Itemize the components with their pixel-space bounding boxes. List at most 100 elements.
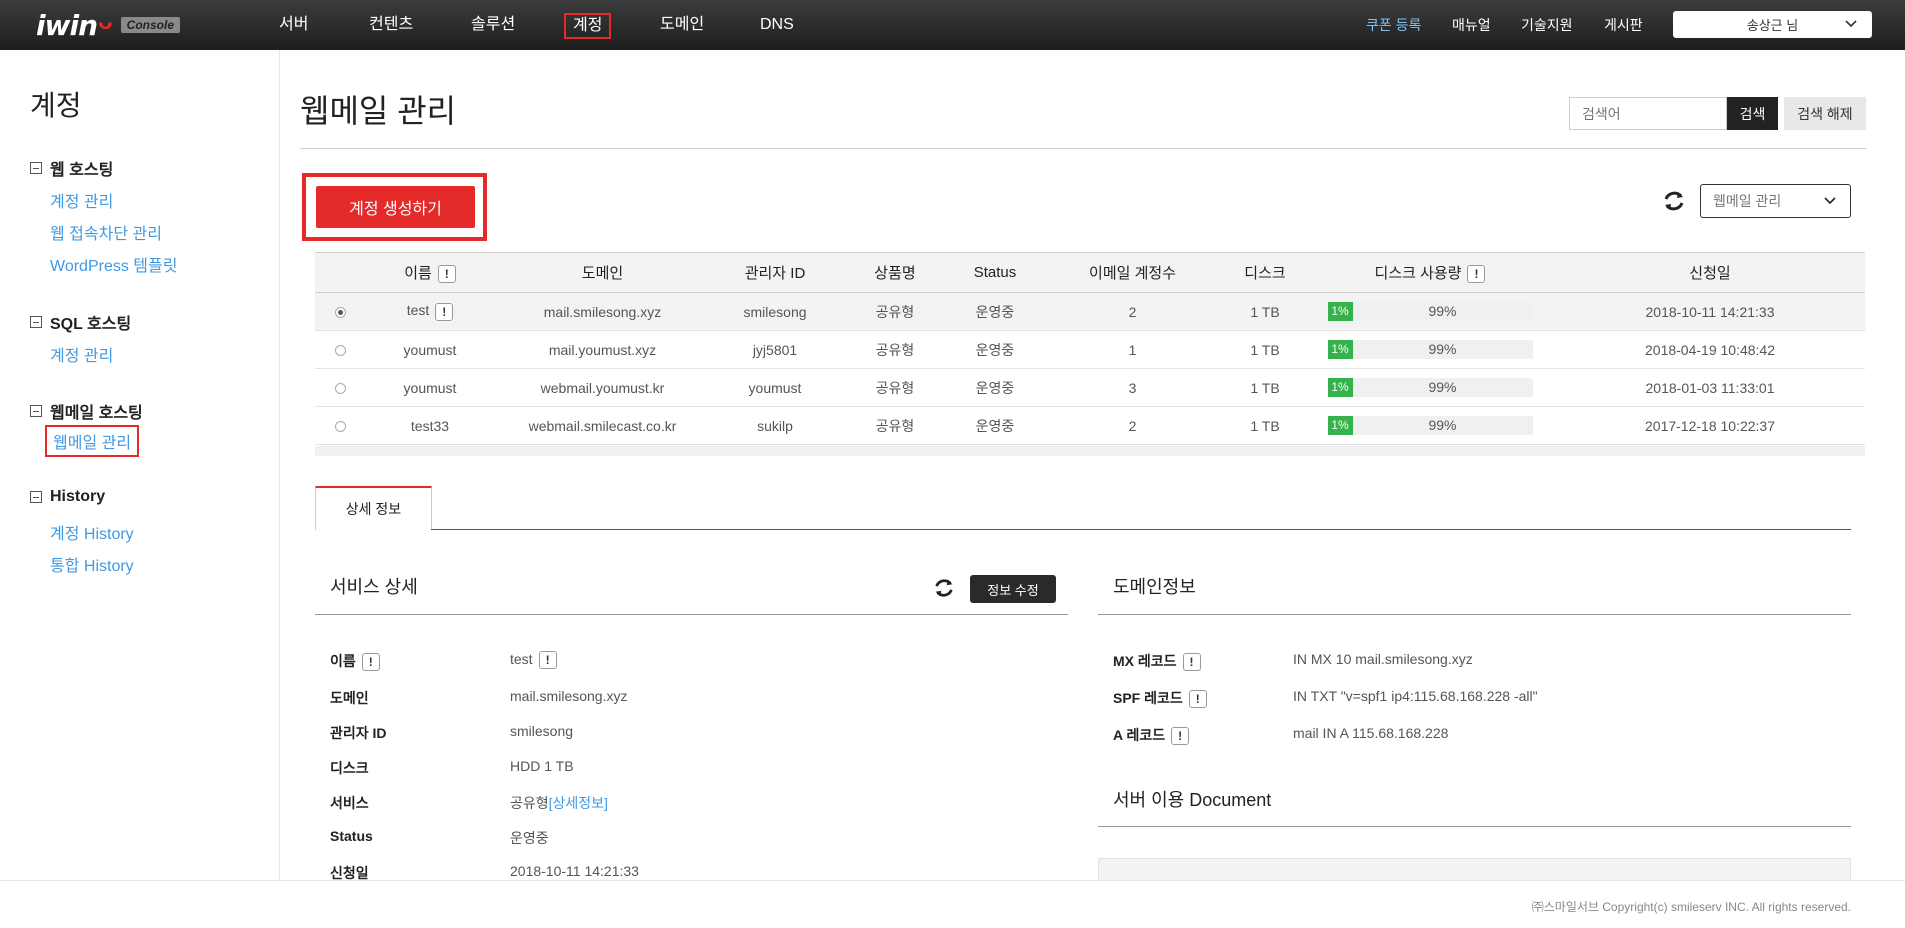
sidebar-group-label: 웹 호스팅 — [50, 162, 114, 179]
cell-email-count: 2 — [1040, 406, 1225, 445]
edit-info-button[interactable]: 정보 수정 — [970, 575, 1056, 603]
user-menu-select[interactable]: 송상근 님 — [1673, 11, 1872, 38]
sidebar-item-sql-account[interactable]: 계정 관리 — [50, 342, 113, 366]
field-value-date: 2018-10-11 14:21:33 — [510, 863, 639, 879]
divider — [431, 529, 1851, 530]
sidebar-title: 계정 — [30, 90, 82, 121]
table-scrollbar[interactable] — [315, 446, 1865, 456]
column-header-email-count: 이메일 계정수 — [1040, 252, 1225, 293]
nav-server[interactable]: 서버 — [272, 13, 315, 39]
disk-free-label: 99% — [1428, 379, 1457, 395]
cell-admin-id: smilesong — [710, 292, 840, 331]
table-row[interactable]: youmust webmail.youmust.kr youmust 공유형 운… — [315, 368, 1865, 407]
clear-search-button[interactable]: 검색 해제 — [1784, 97, 1866, 130]
cell-date: 2018-10-11 14:21:33 — [1555, 292, 1865, 331]
sidebar-item-total-history[interactable]: 통합 History — [50, 552, 134, 576]
service-type-value: 웹메일 관리 — [1713, 193, 1782, 209]
collapse-icon — [30, 491, 42, 503]
row-radio[interactable] — [334, 421, 346, 433]
row-radio[interactable] — [334, 307, 346, 319]
field-label-mx-record: MX 레코드! — [1113, 651, 1201, 672]
info-icon[interactable]: ! — [1188, 690, 1207, 709]
cell-status: 운영중 — [950, 330, 1040, 369]
sidebar-group-label: History — [50, 488, 106, 505]
cell-admin-id: jyj5801 — [710, 330, 840, 369]
nav-contents[interactable]: 컨텐츠 — [362, 13, 420, 39]
support-link[interactable]: 기술지원 — [1521, 15, 1573, 35]
search-input[interactable] — [1569, 97, 1727, 130]
server-document-title: 서버 이용 Document — [1113, 790, 1272, 810]
service-type-select[interactable]: 웹메일 관리 — [1700, 184, 1851, 218]
manual-link[interactable]: 매뉴얼 — [1452, 15, 1491, 35]
disk-used-label: 1% — [1331, 342, 1349, 356]
chevron-down-icon — [1824, 197, 1836, 205]
info-icon[interactable]: ! — [538, 651, 557, 670]
user-name: 송상근 님 — [1746, 18, 1799, 33]
disk-usage-bar: 1% 99% — [1327, 378, 1533, 397]
sidebar-item-web-account[interactable]: 계정 관리 — [50, 188, 113, 212]
table-row[interactable]: test! mail.smilesong.xyz smilesong 공유형 운… — [315, 292, 1865, 331]
cell-name: test33 — [365, 406, 495, 445]
column-header-status: Status — [950, 252, 1040, 293]
row-radio[interactable] — [334, 383, 346, 395]
disk-usage-bar: 1% 99% — [1327, 340, 1533, 359]
sidebar-group-label: SQL 호스팅 — [50, 316, 132, 333]
sidebar-group-web-hosting[interactable]: 웹 호스팅 — [30, 156, 113, 180]
cell-email-count: 1 — [1040, 330, 1225, 369]
divider — [315, 614, 1068, 615]
service-detail-link[interactable]: [상세정보] — [549, 795, 608, 811]
cell-domain: mail.smilesong.xyz — [495, 292, 710, 331]
tab-detail-info[interactable]: 상세 정보 — [315, 486, 432, 530]
create-account-button[interactable]: 계정 생성하기 — [316, 186, 475, 228]
cell-admin-id: youmust — [710, 368, 840, 407]
disk-used-label: 1% — [1331, 418, 1349, 432]
sidebar-group-history[interactable]: History — [30, 488, 105, 506]
nav-solution[interactable]: 솔루션 — [464, 13, 522, 39]
field-label-spf-record: SPF 레코드! — [1113, 688, 1207, 709]
divider — [300, 148, 1866, 149]
cell-date: 2018-01-03 11:33:01 — [1555, 368, 1865, 407]
info-icon[interactable]: ! — [1182, 653, 1201, 672]
collapse-icon — [30, 405, 42, 417]
nav-domain[interactable]: 도메인 — [653, 13, 711, 39]
row-radio[interactable] — [334, 345, 346, 357]
top-navigation-bar: iwin ᴗ Console 서버 컨텐츠 솔루션 계정 도메인 DNS 쿠폰 … — [0, 0, 1905, 50]
logo[interactable]: iwin ᴗ Console — [36, 8, 181, 42]
create-account-highlight: 계정 생성하기 — [302, 173, 487, 241]
table-row[interactable]: youmust mail.youmust.xyz jyj5801 공유형 운영중… — [315, 330, 1865, 369]
sidebar-group-sql-hosting[interactable]: SQL 호스팅 — [30, 310, 131, 334]
field-value-status: 운영중 — [510, 830, 549, 846]
cell-domain: mail.youmust.xyz — [495, 330, 710, 369]
divider — [1098, 614, 1851, 615]
cell-domain: webmail.smilecast.co.kr — [495, 406, 710, 445]
column-header-name: 이름! — [365, 252, 495, 293]
coupon-link[interactable]: 쿠폰 등록 — [1366, 15, 1421, 35]
board-link[interactable]: 게시판 — [1604, 15, 1643, 35]
info-icon[interactable]: ! — [435, 302, 454, 321]
column-header-domain: 도메인 — [495, 252, 710, 293]
field-label-service: 서비스 — [330, 795, 369, 811]
field-value-domain: mail.smilesong.xyz — [510, 688, 628, 704]
disk-usage-bar: 1% 99% — [1327, 302, 1533, 321]
refresh-icon[interactable] — [932, 576, 956, 600]
sidebar-item-webmail-manage[interactable]: 웹메일 관리 — [45, 425, 140, 457]
refresh-icon[interactable] — [1661, 188, 1687, 214]
info-icon[interactable]: ! — [361, 653, 380, 672]
cell-email-count: 3 — [1040, 368, 1225, 407]
search-button[interactable]: 검색 — [1727, 97, 1778, 130]
sidebar-group-webmail-hosting[interactable]: 웹메일 호스팅 — [30, 399, 143, 423]
field-label-domain: 도메인 — [330, 690, 369, 706]
cell-disk: 1 TB — [1225, 368, 1305, 407]
info-icon[interactable]: ! — [437, 265, 456, 284]
field-value-service: 공유형[상세정보] — [510, 795, 608, 811]
info-icon[interactable]: ! — [1467, 265, 1486, 284]
info-icon[interactable]: ! — [1171, 727, 1190, 746]
field-label-name: 이름! — [330, 651, 380, 672]
table-row[interactable]: test33 webmail.smilecast.co.kr sukilp 공유… — [315, 406, 1865, 445]
sidebar-item-web-block[interactable]: 웹 접속차단 관리 — [50, 220, 162, 244]
cell-disk: 1 TB — [1225, 292, 1305, 331]
sidebar-item-account-history[interactable]: 계정 History — [50, 520, 134, 544]
sidebar-item-wordpress-template[interactable]: WordPress 템플릿 — [50, 252, 177, 276]
nav-dns[interactable]: DNS — [753, 13, 801, 39]
nav-account[interactable]: 계정 — [564, 13, 612, 39]
